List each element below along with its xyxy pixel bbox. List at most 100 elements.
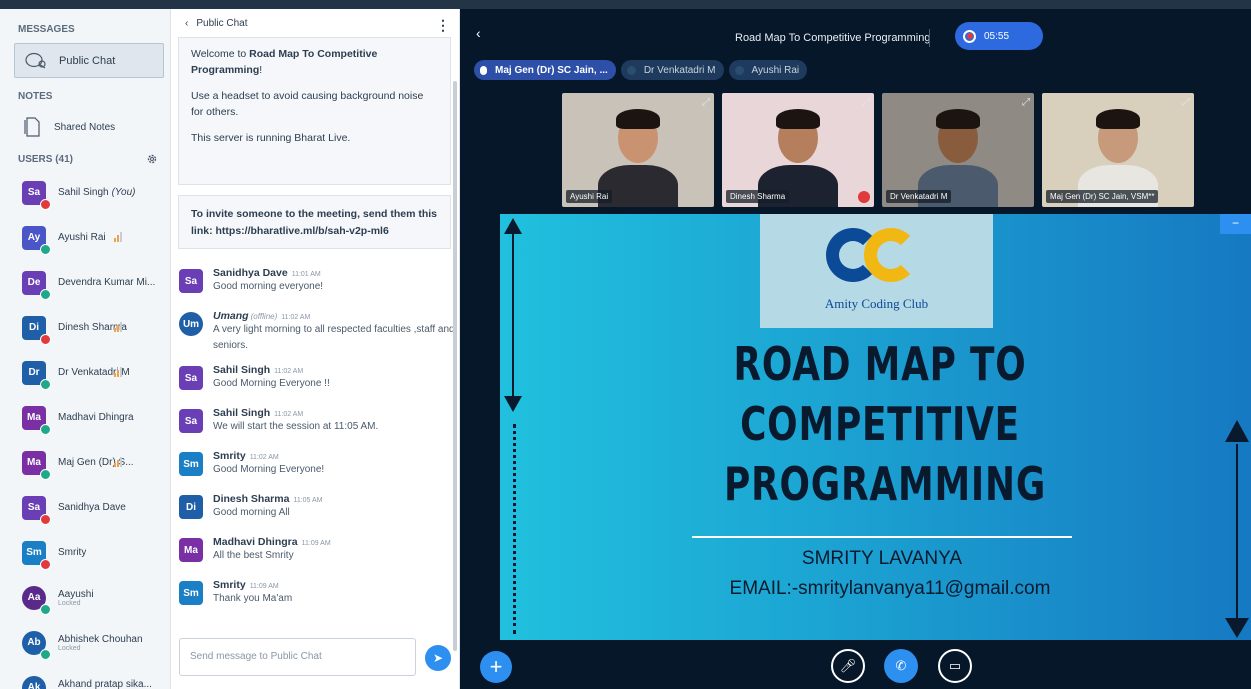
avatar: Ma — [22, 405, 51, 435]
fullscreen-icon[interactable]: ⤢ — [1022, 97, 1030, 108]
message-text: Good Morning Everyone !! — [213, 378, 330, 389]
chat-header: ‹ Public Chat ⋮ — [171, 9, 459, 37]
message-sender: Sahil Singh 11:02 AM — [213, 364, 330, 376]
user-list-item[interactable]: AkAkhand pratap sika...Locked — [0, 665, 170, 689]
message-text: Good morning everyone! — [213, 281, 324, 292]
listen-only-icon — [40, 378, 51, 390]
right-arrow-line — [1236, 444, 1238, 624]
message-text: Good morning All — [213, 507, 290, 518]
message-sender: Madhavi Dhingra 11:09 AM — [213, 536, 331, 548]
gear-icon[interactable] — [146, 153, 158, 165]
user-list-item[interactable]: Sa Sanidhya Dave — [0, 485, 170, 530]
window-top-strip — [0, 0, 1251, 9]
message-text: Thank you Ma'am — [213, 593, 293, 604]
presentation-slide: Amity Coding Club ROAD MAP TO COMPETITIV… — [500, 214, 1251, 640]
user-name-text: Sahil Singh — [58, 187, 109, 198]
chat-message: Sa Sahil Singh 11:02 AM Good Morning Everyo… — [171, 364, 460, 407]
webcam-tile[interactable]: ⤢ Ayushi Rai — [562, 93, 714, 207]
listen-only-icon — [40, 648, 51, 660]
user-list-item[interactable]: Ma Madhavi Dhingra — [0, 395, 170, 440]
chat-message: Sm Smrity 11:02 AM Good Morning Everyone! — [171, 450, 460, 493]
chat-message: Sm Smrity 11:09 AM Thank you Ma'am — [171, 579, 460, 622]
avatar: Sa — [22, 495, 51, 525]
sender-name: Dinesh Sharma — [213, 493, 290, 505]
minimize-presentation-button[interactable]: − — [1220, 214, 1251, 234]
message-list: Sa Sanidhya Dave 11:01 AM Good morning ever… — [171, 267, 460, 622]
actions-plus-button[interactable]: + — [480, 651, 512, 683]
talking-indicator[interactable]: Dr Venkatadri M — [620, 60, 724, 80]
share-webcam-button[interactable]: ▭ — [938, 649, 972, 683]
listen-only-icon — [40, 288, 51, 300]
user-dot-icon — [626, 65, 636, 75]
back-chevron-icon[interactable]: ‹ — [185, 18, 188, 29]
recording-indicator[interactable]: 05:55 — [955, 22, 1043, 50]
offline-tag: (offline) — [250, 312, 278, 321]
fullscreen-icon[interactable]: ⤢ — [1182, 97, 1190, 108]
talking-indicator[interactable]: Ayushi Rai — [728, 60, 808, 80]
chat-scrollbar[interactable] — [453, 81, 457, 651]
user-list-item[interactable]: Di Dinesh Sharma — [0, 305, 170, 350]
webcam-name-label[interactable]: Ayushi Rai — [566, 190, 613, 203]
webcam-name-label[interactable]: Dr Venkatadri M — [886, 190, 952, 203]
user-list-item[interactable]: Ay Ayushi Rai — [0, 215, 170, 260]
participant-video — [616, 109, 660, 129]
left-dotted-line — [513, 424, 516, 634]
welcome-suffix: ! — [259, 64, 263, 76]
down-arrow-icon — [1225, 618, 1249, 638]
connection-signal-icon — [114, 367, 122, 377]
users-header: USERS (41) — [0, 148, 170, 170]
talking-indicator[interactable]: Maj Gen (Dr) SC Jain, ... — [474, 60, 616, 80]
user-list-item[interactable]: Sm Smrity — [0, 530, 170, 575]
meeting-main: ‹ Road Map To Competitive Programming 05… — [460, 9, 1251, 689]
avatar: Di — [22, 315, 51, 345]
mic-muted-icon — [858, 191, 870, 203]
slide-author: SMRITY LAVANYA — [801, 548, 963, 569]
slide-title: ROAD MAP TO COMPETITIVE PROGRAMMING — [724, 334, 1045, 514]
user-name: Smrity — [58, 547, 86, 558]
talker-name: Maj Gen (Dr) SC Jain, ... — [495, 64, 608, 76]
user-name: Sanidhya Dave — [58, 502, 126, 513]
user-locked-label: Locked — [58, 599, 81, 607]
user-name: Sahil Singh (You) — [58, 187, 136, 198]
user-name-text: Devendra Kumar Mi... — [58, 277, 156, 288]
user-name-text: Aayushi — [58, 588, 94, 600]
user-list-item[interactable]: Aa Aayushi Locked — [0, 575, 170, 620]
webcam-tile[interactable]: ⤢ Dinesh Sharma — [722, 93, 874, 207]
webcam-name-label[interactable]: Dinesh Sharma — [726, 190, 790, 203]
microphone-icon — [480, 65, 487, 75]
send-icon[interactable]: ➤ — [425, 645, 451, 671]
user-list-item[interactable]: Ab Abhishek Chouhan Locked — [0, 620, 170, 665]
avatar: Ay — [22, 225, 51, 255]
talker-name: Ayushi Rai — [751, 64, 800, 76]
user-list-item[interactable]: Ma Maj Gen (Dr) S... — [0, 440, 170, 485]
public-chat-item[interactable]: Public Chat — [14, 43, 164, 78]
header-separator — [929, 29, 930, 47]
leave-audio-button[interactable]: ✆ — [884, 649, 918, 683]
mute-microphone-button[interactable]: 🎤︎ — [831, 649, 865, 683]
fullscreen-icon[interactable]: ⤢ — [702, 97, 710, 108]
shared-notes-item[interactable]: Shared Notes — [0, 106, 170, 148]
notes-section-label: NOTES — [18, 91, 53, 102]
webcam-name-label[interactable]: Maj Gen (Dr) SC Jain, VSM** — [1046, 190, 1159, 203]
fullscreen-icon[interactable]: ⤢ — [862, 97, 870, 108]
user-name: Maj Gen (Dr) S... — [58, 457, 134, 468]
user-list-item[interactable]: Sa Sahil Singh (You) — [0, 170, 170, 215]
sender-name: Smrity — [213, 450, 246, 462]
user-name: Devendra Kumar Mi... — [58, 277, 155, 288]
talking-indicators: Maj Gen (Dr) SC Jain, ... Dr Venkatadri M… — [474, 60, 808, 80]
webcam-tile[interactable]: ⤢ Dr Venkatadri M — [882, 93, 1034, 207]
user-name-text: Abhishek Chouhan — [58, 633, 143, 645]
hide-panel-icon[interactable]: ‹ — [476, 25, 481, 41]
user-name: Ayushi Rai — [58, 232, 106, 243]
messages-section-label: MESSAGES — [18, 24, 75, 35]
webcam-tile[interactable]: ⤢ Maj Gen (Dr) SC Jain, VSM** — [1042, 93, 1194, 207]
avatar: Sa — [179, 269, 203, 293]
participant-video — [936, 109, 980, 129]
chat-message-input[interactable]: Send message to Public Chat — [179, 638, 416, 676]
user-name: Madhavi Dhingra — [58, 412, 134, 423]
user-list-item[interactable]: De Devendra Kumar Mi... — [0, 260, 170, 305]
user-list-item[interactable]: Dr Dr Venkatadri M — [0, 350, 170, 395]
avatar: Sm — [179, 581, 203, 605]
more-options-icon[interactable]: ⋮ — [436, 17, 450, 34]
user-name: Aayushi — [58, 589, 94, 600]
